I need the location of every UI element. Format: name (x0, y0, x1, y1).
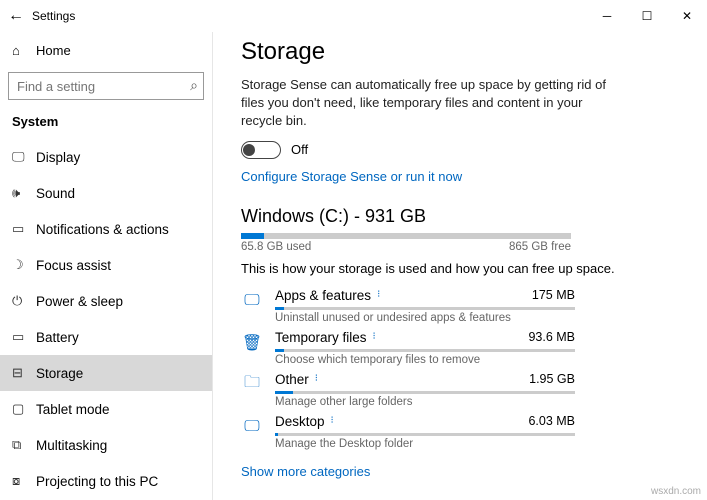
trash-icon: 🗑 (241, 332, 263, 354)
free-label: 865 GB free (509, 241, 571, 253)
sidebar-item-sound[interactable]: 🕪 Sound (0, 175, 212, 211)
category-desktop[interactable]: 🖵 Desktop⁝ 6.03 MB Manage the Desktop fo… (241, 414, 679, 450)
category-other[interactable]: 🗀 Other⁝ 1.95 GB Manage other large fold… (241, 372, 679, 408)
maximize-button[interactable]: ☐ (627, 0, 667, 32)
page-title: Storage (241, 38, 679, 66)
storage-sense-description: Storage Sense can automatically free up … (241, 76, 621, 131)
apps-icon: 🖵 (241, 290, 263, 312)
watermark: wsxdn.com (651, 486, 701, 497)
home-icon: ⌂ (12, 43, 36, 58)
sidebar-item-focus-assist[interactable]: ☽ Focus assist (0, 247, 212, 283)
category-apps-features[interactable]: 🖵 Apps & features⁝ 175 MB Uninstall unus… (241, 288, 679, 324)
sound-icon: 🕪 (12, 185, 36, 201)
category-temporary-files[interactable]: 🗑 Temporary files⁝ 93.6 MB Choose which … (241, 330, 679, 366)
more-icon: ⁝ (315, 374, 318, 384)
show-more-categories-link[interactable]: Show more categories (241, 464, 370, 479)
drive-usage-bar (241, 233, 571, 239)
sidebar-item-display[interactable]: 🖵 Display (0, 139, 212, 175)
multitasking-icon: ⧉ (12, 437, 36, 453)
usage-hint: This is how your storage is used and how… (241, 261, 679, 276)
display-icon: 🖵 (12, 149, 36, 165)
drive-title: Windows (C:) - 931 GB (241, 206, 679, 227)
sidebar-item-projecting[interactable]: ⧇ Projecting to this PC (0, 463, 212, 499)
sidebar-item-notifications[interactable]: ▭ Notifications & actions (0, 211, 212, 247)
section-label: System (0, 108, 212, 139)
more-icon: ⁝ (377, 290, 380, 300)
sidebar-item-storage[interactable]: ⊟ Storage (0, 355, 212, 391)
sidebar-item-battery[interactable]: ▭ Battery (0, 319, 212, 355)
used-label: 65.8 GB used (241, 241, 311, 253)
more-icon: ⁝ (373, 332, 376, 342)
desktop-icon: 🖵 (241, 416, 263, 438)
home-button[interactable]: ⌂ Home (0, 32, 212, 68)
power-icon: ⏻ (12, 293, 36, 309)
sidebar-item-power-sleep[interactable]: ⏻ Power & sleep (0, 283, 212, 319)
tablet-icon: ▢ (12, 401, 36, 417)
folder-icon: 🗀 (241, 374, 263, 396)
close-button[interactable]: ✕ (667, 0, 707, 32)
configure-storage-sense-link[interactable]: Configure Storage Sense or run it now (241, 169, 462, 184)
projecting-icon: ⧇ (12, 473, 36, 489)
notifications-icon: ▭ (12, 221, 36, 237)
toggle-label: Off (291, 142, 308, 157)
focus-assist-icon: ☽ (12, 257, 36, 273)
home-label: Home (36, 43, 71, 58)
more-icon: ⁝ (331, 416, 334, 426)
search-input[interactable] (8, 72, 204, 100)
sidebar-item-multitasking[interactable]: ⧉ Multitasking (0, 427, 212, 463)
battery-icon: ▭ (12, 329, 36, 345)
window-title: Settings (32, 9, 75, 23)
minimize-button[interactable]: ─ (587, 0, 627, 32)
storage-icon: ⊟ (12, 365, 36, 381)
storage-sense-toggle[interactable] (241, 141, 281, 159)
back-button[interactable]: ← (0, 7, 32, 25)
sidebar-item-tablet-mode[interactable]: ▢ Tablet mode (0, 391, 212, 427)
